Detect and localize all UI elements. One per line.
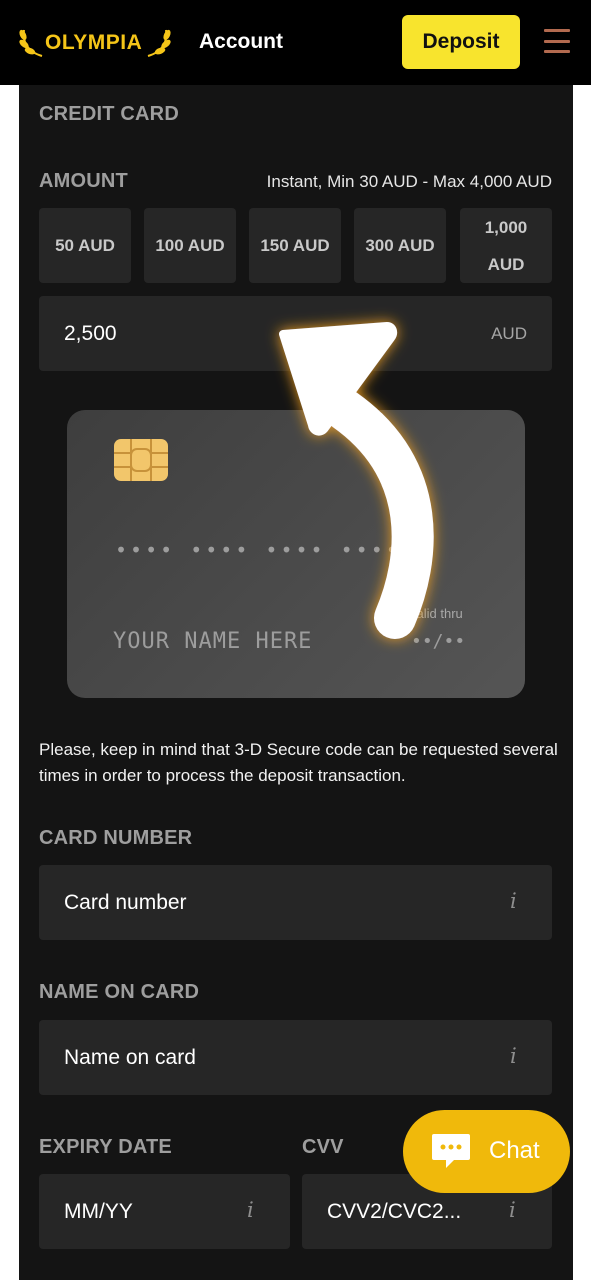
laurel-left-icon — [19, 29, 43, 57]
preset-amount-100[interactable]: 100 AUD — [144, 208, 236, 283]
cvv-label: CVV — [302, 1136, 344, 1158]
expiry-date-placeholder: MM/YY — [64, 1200, 133, 1223]
name-on-card-placeholder: Name on card — [64, 1046, 196, 1069]
name-on-card-label: NAME ON CARD — [39, 981, 200, 1003]
olympia-logo[interactable]: OLYMPIA — [18, 26, 174, 60]
card-expiry-mask: ••/•• — [411, 631, 466, 652]
expiry-date-field[interactable]: MM/YY i — [39, 1174, 290, 1249]
account-link[interactable]: Account — [199, 30, 283, 54]
card-number-mask: •••• •••• •••• •••• — [115, 538, 401, 562]
preset-amount-150[interactable]: 150 AUD — [249, 208, 341, 283]
cvv-info-icon[interactable]: i — [509, 1198, 516, 1222]
deposit-panel: CREDIT CARD AMOUNT Instant, Min 30 AUD -… — [19, 85, 573, 1280]
card-number-field[interactable]: Card number i — [39, 865, 552, 940]
laurel-right-icon — [147, 29, 171, 57]
chat-bubble-icon — [432, 1134, 470, 1168]
amount-currency: AUD — [491, 324, 527, 343]
preset-amount-300[interactable]: 300 AUD — [354, 208, 446, 283]
deposit-button[interactable]: Deposit — [402, 15, 520, 69]
amount-limits-text: Instant, Min 30 AUD - Max 4,000 AUD — [266, 172, 552, 191]
top-navigation-bar: OLYMPIA Account Deposit — [0, 0, 591, 85]
card-name-placeholder: YOUR NAME HERE — [113, 629, 313, 654]
amount-value: 2,500 — [64, 322, 117, 345]
hamburger-menu-icon[interactable] — [544, 29, 570, 53]
preset-amount-1000[interactable]: 1,000 AUD — [460, 208, 552, 283]
card-number-info-icon[interactable]: i — [510, 889, 517, 913]
name-on-card-info-icon[interactable]: i — [510, 1044, 517, 1068]
amount-label: AMOUNT — [39, 170, 128, 192]
card-chip-icon — [114, 439, 168, 481]
name-on-card-field[interactable]: Name on card i — [39, 1020, 552, 1095]
card-number-placeholder: Card number — [64, 891, 187, 914]
card-preview: •••• •••• •••• •••• valid thru YOUR NAME… — [67, 410, 525, 698]
logo-wordmark: OLYMPIA — [45, 31, 143, 54]
valid-thru-label: valid thru — [410, 606, 463, 621]
amount-input[interactable]: 2,500 AUD — [39, 296, 552, 371]
expiry-date-info-icon[interactable]: i — [247, 1198, 254, 1222]
chat-button[interactable]: Chat — [403, 1110, 570, 1193]
3d-secure-notice: Please, keep in mind that 3-D Secure cod… — [39, 740, 558, 785]
expiry-date-label: EXPIRY DATE — [39, 1136, 172, 1158]
card-number-label: CARD NUMBER — [39, 827, 193, 849]
cvv-placeholder: CVV2/CVC2... — [327, 1200, 462, 1223]
preset-amount-50[interactable]: 50 AUD — [39, 208, 131, 283]
chat-label: Chat — [489, 1137, 540, 1164]
payment-method-title: CREDIT CARD — [39, 103, 179, 125]
